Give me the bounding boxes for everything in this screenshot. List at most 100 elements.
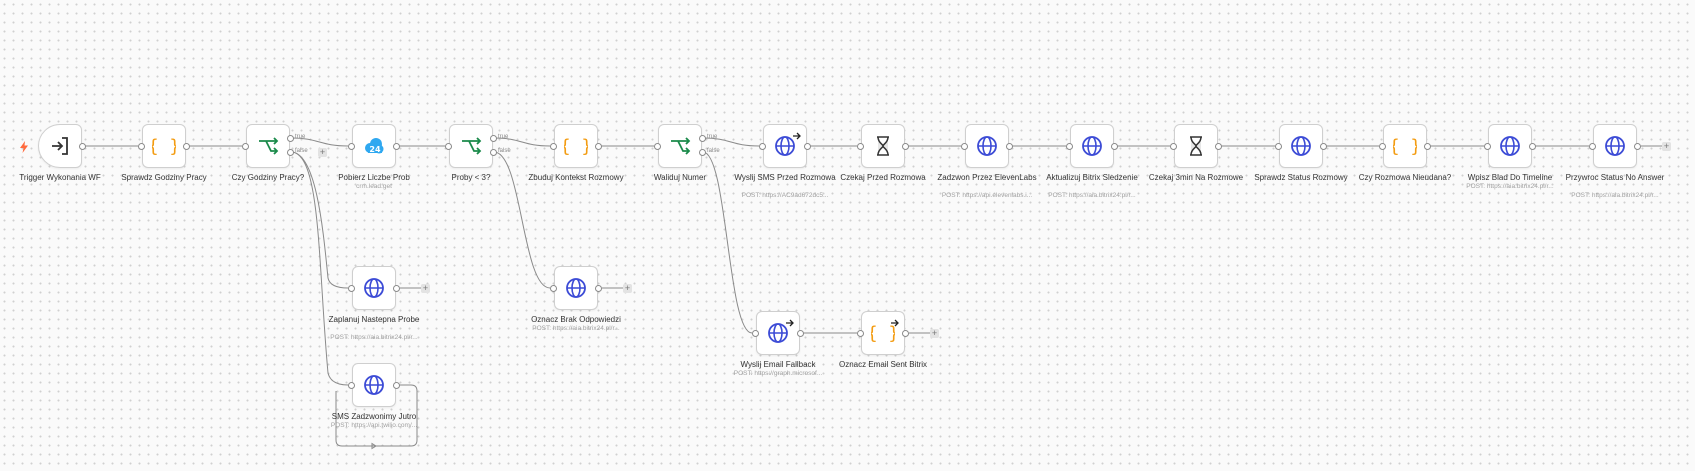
input-port[interactable] <box>550 142 557 150</box>
input-port[interactable] <box>550 284 557 292</box>
output-port[interactable] <box>393 381 400 389</box>
node-check-status[interactable] <box>1279 124 1323 168</box>
input-port[interactable] <box>242 142 249 150</box>
input-port[interactable] <box>348 381 355 389</box>
input-port[interactable] <box>1484 142 1491 150</box>
node-call-eleven[interactable] <box>965 124 1009 168</box>
node-mark-email-sent[interactable]: { } <box>861 311 905 355</box>
output-port[interactable] <box>902 142 909 150</box>
node-subtitle: POST: https://aia.bitrix24.pl/r... <box>1571 192 1659 199</box>
node-trigger[interactable] <box>38 124 82 168</box>
node-validate-number[interactable] <box>658 124 702 168</box>
output-port[interactable] <box>797 329 804 337</box>
input-port[interactable] <box>857 142 864 150</box>
input-port[interactable] <box>654 142 661 150</box>
output-port[interactable] <box>595 284 602 292</box>
add-node-button[interactable]: + <box>623 283 632 293</box>
output-port-true[interactable] <box>490 134 497 142</box>
output-port[interactable] <box>804 142 811 150</box>
svg-text:{ }: { } <box>1393 136 1417 157</box>
output-port[interactable] <box>1111 142 1118 150</box>
add-node-button[interactable]: + <box>930 328 939 338</box>
node-label: Czy Godziny Pracy? <box>231 173 305 182</box>
node-restore-status[interactable] <box>1593 124 1637 168</box>
node-label: Przywroc Status No Answer <box>1565 173 1665 182</box>
node-subtitle: POST: https://AC9ad672dc5... <box>741 192 829 199</box>
input-port[interactable] <box>348 142 355 150</box>
node-subtitle: POST: https://api.elevenlabs.i... <box>941 192 1033 199</box>
branch-label-true: true <box>707 134 718 140</box>
input-port[interactable] <box>1379 142 1386 150</box>
node-label: Aktualizuj Bitrix Sledzenie <box>1046 173 1138 182</box>
output-port[interactable] <box>1006 142 1013 150</box>
output-port[interactable] <box>1529 142 1536 150</box>
input-port[interactable] <box>1589 142 1596 150</box>
braces-icon: { } <box>1392 133 1418 159</box>
output-port[interactable] <box>1424 142 1431 150</box>
node-send-sms[interactable] <box>763 124 807 168</box>
node-label: Czekaj Przed Rozmowa <box>840 173 926 182</box>
output-port-false[interactable] <box>699 148 706 156</box>
input-port[interactable] <box>759 142 766 150</box>
output-port[interactable] <box>393 142 400 150</box>
output-port[interactable] <box>902 329 909 337</box>
node-update-bitrix[interactable] <box>1070 124 1114 168</box>
output-port[interactable] <box>595 142 602 150</box>
input-port[interactable] <box>1275 142 1282 150</box>
lightning-icon <box>20 140 28 158</box>
node-label: Oznacz Email Sent Bitrix <box>838 360 928 369</box>
node-if-failed[interactable]: { } <box>1383 124 1427 168</box>
input-port[interactable] <box>445 142 452 150</box>
node-wait-before[interactable] <box>861 124 905 168</box>
globe-icon <box>1497 133 1523 159</box>
node-get-attempts[interactable]: 24 <box>352 124 396 168</box>
bitrix-icon: 24 <box>361 133 387 159</box>
node-subtitle: POST: https://aia.bitrix24.pl/r... <box>1466 183 1554 190</box>
node-subtitle: POST: https://api.twilio.com/... <box>330 422 418 429</box>
node-sms-tomorrow[interactable] <box>352 363 396 407</box>
globe-icon <box>1288 133 1314 159</box>
input-port[interactable] <box>138 142 145 150</box>
globe-icon <box>361 275 387 301</box>
input-port[interactable] <box>752 329 759 337</box>
output-port-false[interactable] <box>287 148 294 156</box>
node-send-email[interactable] <box>756 311 800 355</box>
node-work-hours[interactable]: { } <box>142 124 186 168</box>
output-port[interactable] <box>1320 142 1327 150</box>
input-port[interactable] <box>961 142 968 150</box>
connections-layer <box>83 137 1662 450</box>
input-port[interactable] <box>348 284 355 292</box>
arrow-right-icon <box>890 315 900 327</box>
branch-label-true: true <box>498 134 509 140</box>
node-schedule-next[interactable] <box>352 266 396 310</box>
input-port[interactable] <box>1170 142 1177 150</box>
add-node-button[interactable]: + <box>1662 141 1671 151</box>
input-port[interactable] <box>857 329 864 337</box>
output-port-true[interactable] <box>699 134 706 142</box>
output-port[interactable] <box>79 142 86 150</box>
svg-text:24: 24 <box>369 145 381 154</box>
branch-label-false: false <box>707 148 720 154</box>
add-node-button[interactable]: + <box>318 148 327 157</box>
node-build-context[interactable]: { } <box>554 124 598 168</box>
output-port[interactable] <box>393 284 400 292</box>
input-port[interactable] <box>1066 142 1073 150</box>
node-if-hours[interactable] <box>246 124 290 168</box>
add-node-button[interactable]: + <box>421 283 430 293</box>
output-port[interactable] <box>183 142 190 150</box>
svg-text:{ }: { } <box>564 136 588 157</box>
output-port[interactable] <box>1215 142 1222 150</box>
node-error-timeline[interactable] <box>1488 124 1532 168</box>
output-port-true[interactable] <box>287 134 294 142</box>
workflow-canvas[interactable]: Trigger Wykonania WF { } Sprawdz Godziny P… <box>0 0 1695 471</box>
node-label: Sprawdz Status Rozmowy <box>1254 173 1348 182</box>
node-label: Zbuduj Kontekst Rozmowy <box>528 173 624 182</box>
node-subtitle: POST: https://aia.bitrix24.pl/r... <box>1048 192 1136 199</box>
node-subtitle: POST: https://aia.bitrix24.pl/r... <box>532 325 620 332</box>
node-wait-3min[interactable] <box>1174 124 1218 168</box>
node-mark-no-answer[interactable] <box>554 266 598 310</box>
node-if-attempts[interactable] <box>449 124 493 168</box>
output-port-false[interactable] <box>490 148 497 156</box>
output-port[interactable] <box>1634 142 1641 150</box>
node-subtitle: POST: https://graph.microsof... <box>733 370 823 377</box>
